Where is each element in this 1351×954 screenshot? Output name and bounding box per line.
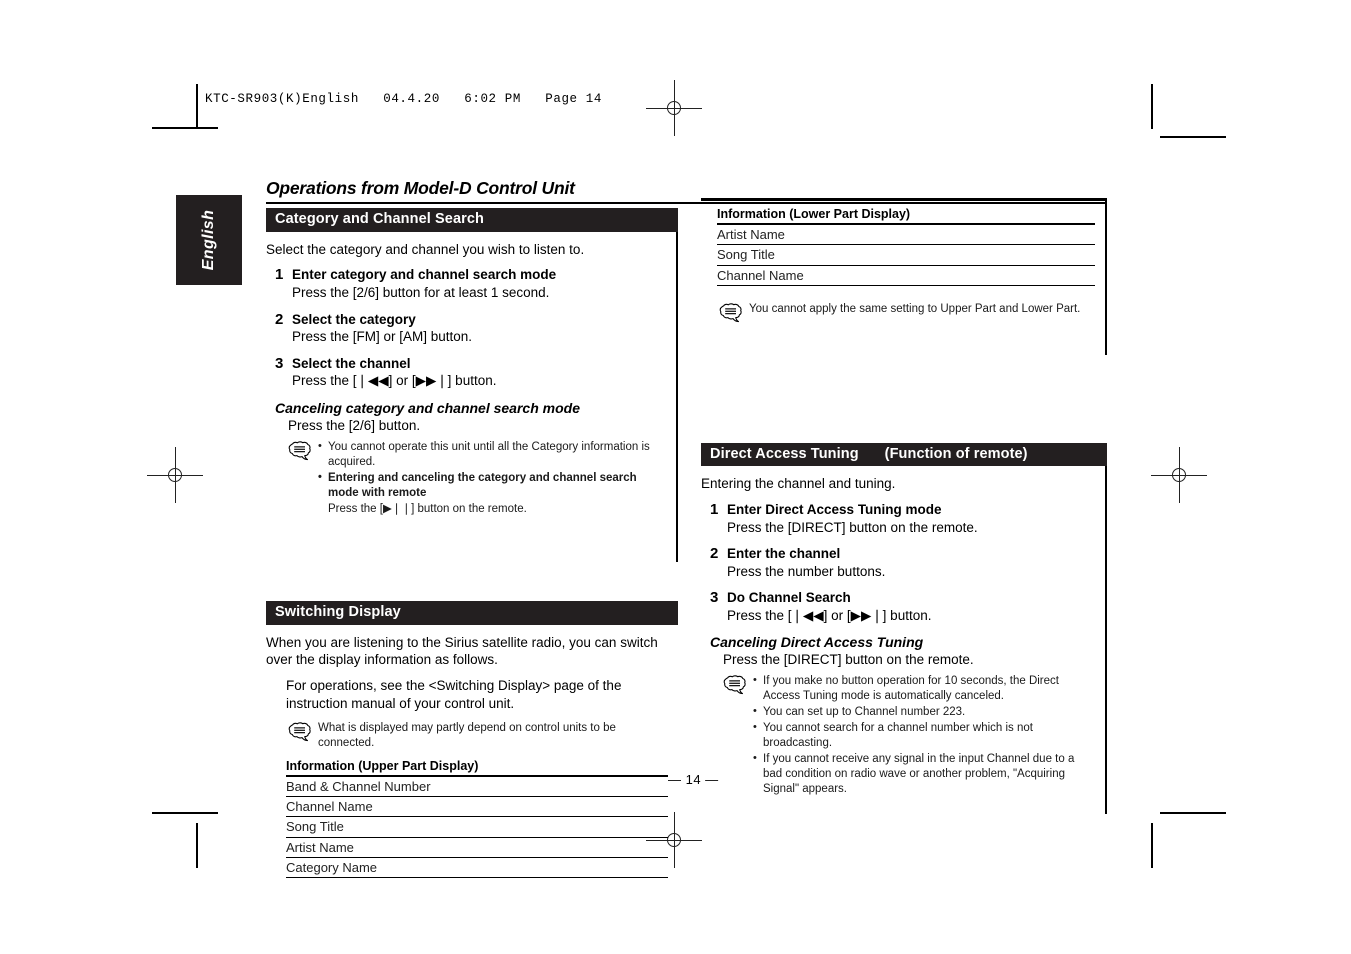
info-table-row: Artist Name [286, 838, 668, 858]
info-table-row: Category Name [286, 858, 668, 879]
left-column: Category and Channel Search Select the c… [266, 208, 678, 884]
note-item: If you cannot receive any signal in the … [753, 751, 1095, 797]
info-table-title: Information (Upper Part Display) [286, 759, 668, 777]
cancel-procedure-description: Press the [DIRECT] button on the remote. [723, 651, 974, 667]
crop-mark-bottom-left-horizontal [152, 812, 218, 814]
step-number: 3 [710, 589, 719, 607]
section-heading-suffix: (Function of remote) [884, 445, 1028, 462]
step-title: Select the category [292, 311, 416, 327]
registration-mark-top-center [646, 80, 702, 136]
registration-mark-left-center [147, 447, 203, 503]
note-block: What is displayed may partly depend on c… [288, 721, 668, 751]
step-item: 3 Select the channel Press the [❘◀◀] or … [266, 355, 666, 390]
step-item: 2 Select the category Press the [FM] or … [266, 311, 666, 346]
section-category-and-channel-search: Category and Channel Search Select the c… [266, 208, 678, 562]
step-title: Enter the channel [727, 546, 841, 562]
section-heading: Direct Access Tuning (Function of remote) [701, 442, 1107, 467]
section-lower-part-display: Information (Lower Part Display) Artist … [701, 198, 1107, 355]
step-item: 2 Enter the channel Press the number but… [701, 545, 1095, 580]
info-table-upper-part: Information (Upper Part Display) Band & … [286, 759, 668, 879]
crop-mark-bottom-right-horizontal [1160, 812, 1226, 814]
step-description: Press the [❘◀◀] or [▶▶❘] button. [727, 607, 932, 623]
step-description: Press the number buttons. [727, 563, 886, 579]
info-table-row: Band & Channel Number [286, 777, 668, 798]
step-item: 1 Enter Direct Access Tuning mode Press … [701, 501, 1095, 536]
section-lead-secondary: For operations, see the <Switching Displ… [286, 678, 622, 712]
section-body: Select the category and channel you wish… [266, 231, 678, 562]
section-switching-display: Switching Display When you are listening… [266, 601, 678, 884]
section-body: Information (Lower Part Display) Artist … [701, 201, 1107, 355]
note-block: If you make no button operation for 10 s… [723, 673, 1095, 798]
note-bubble-icon [288, 441, 314, 461]
note-block: You cannot operate this unit until all t… [288, 439, 666, 518]
language-tab-label: English [200, 209, 217, 271]
crop-mark-bottom-right-vertical [1151, 823, 1153, 868]
note-list: You cannot operate this unit until all t… [314, 439, 666, 518]
registration-mark-right-center [1151, 447, 1207, 503]
info-table-row: Channel Name [717, 266, 1095, 286]
info-table-row: Artist Name [717, 225, 1095, 246]
cancel-procedure-description: Press the [2/6] button. [288, 417, 421, 433]
note-text: What is displayed may partly depend on c… [318, 721, 616, 749]
step-number: 1 [275, 266, 284, 284]
note-text: You cannot apply the same setting to Upp… [749, 302, 1081, 315]
note-item: You can set up to Channel number 223. [753, 704, 1095, 720]
step-number: 1 [710, 501, 719, 519]
step-title: Enter Direct Access Tuning mode [727, 502, 942, 518]
info-table-row: Channel Name [286, 797, 668, 818]
section-direct-access-tuning: Direct Access Tuning (Function of remote)… [701, 442, 1107, 814]
note-item: If you make no button operation for 10 s… [753, 673, 1095, 704]
step-description: Press the [FM] or [AM] button. [292, 329, 473, 345]
step-number: 2 [710, 545, 719, 563]
step-description: Press the [DIRECT] button on the remote. [727, 519, 978, 535]
info-table-lower-part: Information (Lower Part Display) Artist … [717, 207, 1095, 286]
section-lead: Select the category and channel you wish… [266, 241, 585, 257]
crop-mark-top-right-vertical [1151, 84, 1153, 129]
note-bubble-icon [719, 302, 745, 323]
note-bubble-icon [288, 722, 314, 742]
language-tab: English [176, 195, 242, 285]
right-column: Information (Lower Part Display) Artist … [701, 198, 1107, 814]
step-item: 3 Do Channel Search Press the [❘◀◀] or [… [701, 589, 1095, 624]
crop-mark-bottom-left-vertical [196, 823, 198, 868]
section-heading: Category and Channel Search [266, 208, 678, 232]
note-list: If you make no button operation for 10 s… [749, 673, 1095, 798]
step-number: 2 [275, 310, 284, 328]
crop-mark-top-right-horizontal [1160, 136, 1226, 138]
step-title: Do Channel Search [727, 590, 851, 606]
step-title: Select the channel [292, 355, 411, 371]
section-heading-label: Direct Access Tuning [710, 445, 859, 462]
cancel-procedure-title: Canceling Direct Access Tuning [710, 633, 924, 650]
section-lead: When you are listening to the Sirius sat… [266, 634, 658, 668]
step-description: Press the [❘◀◀] or [▶▶❘] button. [292, 373, 497, 389]
note-bubble-icon [723, 675, 749, 695]
crop-mark-top-left-horizontal [152, 127, 218, 129]
section-lead: Entering the channel and tuning. [701, 476, 896, 492]
info-table-row: Song Title [717, 245, 1095, 266]
info-table-title: Information (Lower Part Display) [717, 207, 1095, 225]
note-item: Press the [▶❘❘] button on the remote. [328, 503, 527, 516]
crop-mark-top-left-vertical [196, 84, 198, 129]
note-item: You cannot operate this unit until all t… [318, 439, 666, 470]
page-number: — 14 — [668, 772, 719, 787]
print-slug: KTC-SR903(K)English 04.4.20 6:02 PM Page… [205, 92, 602, 106]
step-description: Press the [2/6] button for at least 1 se… [292, 285, 550, 301]
note-block: You cannot apply the same setting to Upp… [719, 302, 1095, 323]
note-item: You cannot search for a channel number w… [753, 720, 1095, 751]
note-item: Entering and canceling the category and … [318, 470, 666, 501]
step-title: Enter category and channel search mode [292, 267, 557, 283]
section-body: When you are listening to the Sirius sat… [266, 625, 678, 884]
section-heading: Switching Display [266, 601, 678, 625]
step-item: 1 Enter category and channel search mode… [266, 266, 666, 301]
step-number: 3 [275, 354, 284, 372]
info-table-row: Song Title [286, 817, 668, 838]
section-body: Entering the channel and tuning. 1 Enter… [701, 466, 1107, 814]
cancel-procedure-title: Canceling category and channel search mo… [275, 399, 580, 416]
